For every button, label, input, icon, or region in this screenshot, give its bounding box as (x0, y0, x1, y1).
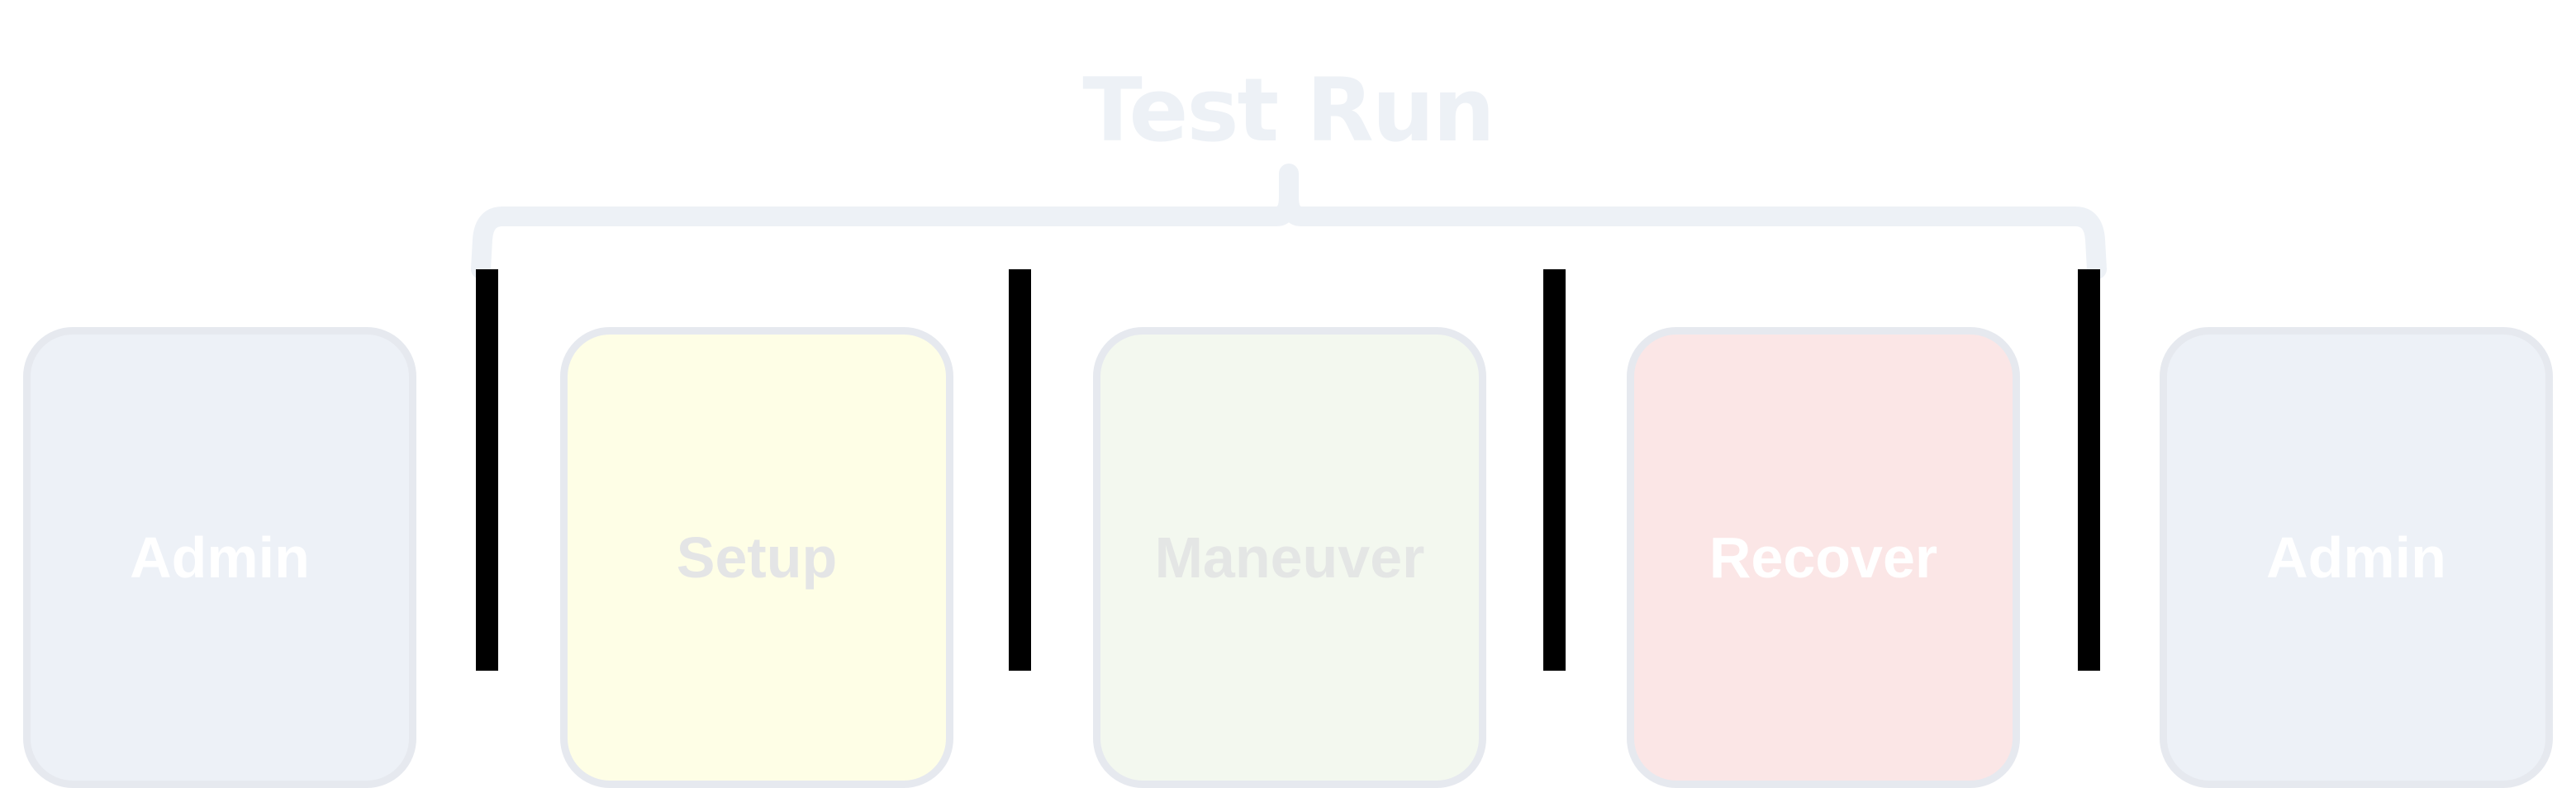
phase-label: Admin (130, 525, 310, 590)
phase-label: Maneuver (1154, 525, 1425, 590)
phase-divider (2078, 269, 2100, 671)
phase-box-recover: Recover (1627, 327, 2020, 788)
phase-label: Recover (1709, 525, 1938, 590)
phase-box-maneuver: Maneuver (1093, 327, 1486, 788)
phase-box-admin-end: Admin (2160, 327, 2553, 788)
phase-label: Admin (2266, 525, 2446, 590)
phase-box-setup: Setup (560, 327, 953, 788)
phase-box-admin-start: Admin (23, 327, 416, 788)
phase-divider (1009, 269, 1031, 671)
phase-divider (1543, 269, 1566, 671)
phase-label: Setup (676, 525, 838, 590)
phase-divider (476, 269, 498, 671)
